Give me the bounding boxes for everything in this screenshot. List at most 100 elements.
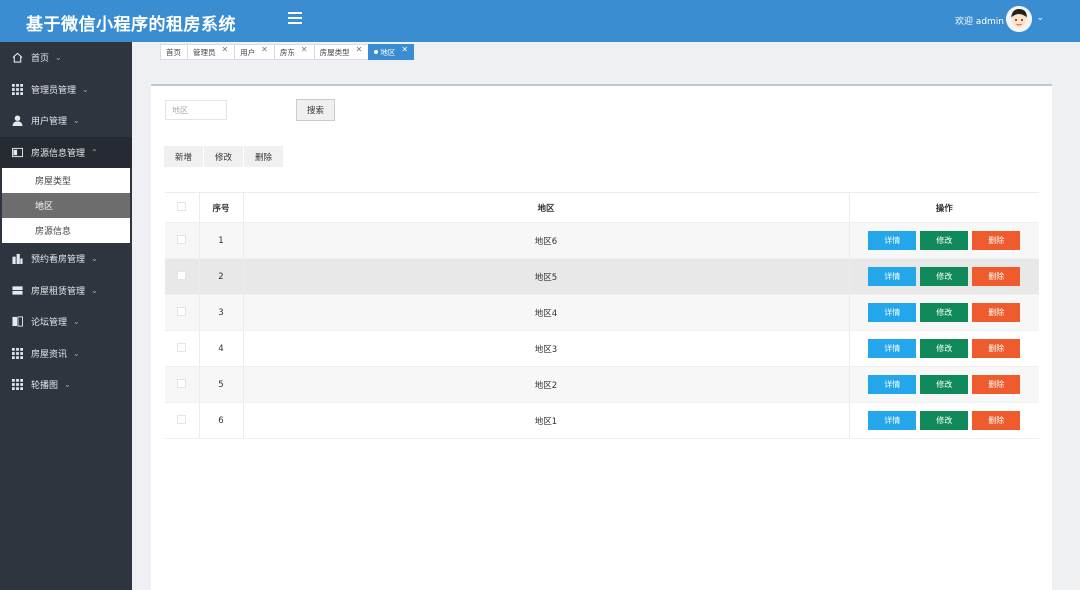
edit-button[interactable]: 修改	[204, 146, 245, 167]
sidebar-item-carousel[interactable]: 轮播图 ⌄	[0, 369, 132, 401]
delete-row-button[interactable]: 删除	[972, 231, 1021, 250]
delete-row-button[interactable]: 删除	[972, 339, 1021, 358]
sidebar-item-forum[interactable]: 论坛管理 ⌄	[0, 306, 132, 338]
chevron-up-icon: ⌃	[91, 147, 98, 157]
row-checkbox[interactable]	[165, 366, 200, 403]
row-index: 1	[199, 222, 244, 259]
chevron-down-icon: ⌄	[73, 317, 80, 327]
action-bar: 新增 修改 删除	[164, 146, 285, 167]
select-all-checkbox[interactable]	[165, 192, 200, 223]
tab-label: 管理员	[193, 47, 216, 57]
detail-button[interactable]: 详情	[868, 375, 917, 394]
detail-button[interactable]: 详情	[868, 411, 917, 430]
tab-label: 用户	[240, 47, 256, 57]
avatar[interactable]	[1006, 6, 1032, 32]
row-index: 6	[199, 402, 244, 439]
scrollbar[interactable]	[1052, 62, 1080, 590]
row-region: 地区1	[243, 402, 850, 439]
edit-row-button[interactable]: 修改	[920, 231, 969, 250]
tab-label: 地区	[380, 47, 396, 57]
sidebar-item-label: 论坛管理	[31, 318, 68, 329]
tab-admin[interactable]: 管理员 ✕	[187, 44, 235, 60]
row-actions: 详情 修改 删除	[849, 331, 1039, 367]
table-row[interactable]: 6 地区1 详情 修改 删除	[165, 402, 1039, 439]
edit-row-button[interactable]: 修改	[920, 339, 969, 358]
listings-submenu: 房屋类型 地区 房源信息	[2, 168, 130, 243]
header-ops: 操作	[849, 192, 1039, 223]
close-icon[interactable]: ✕	[301, 45, 308, 54]
tab-region[interactable]: 地区 ✕	[368, 44, 415, 60]
detail-button[interactable]: 详情	[868, 267, 917, 286]
submenu-item-house-info[interactable]: 房源信息	[2, 218, 130, 243]
table-header-row: 序号 地区 操作	[165, 192, 1039, 223]
close-icon[interactable]: ✕	[356, 45, 363, 54]
table-row[interactable]: 1 地区6 详情 修改 删除	[165, 222, 1039, 259]
detail-button[interactable]: 详情	[868, 303, 917, 322]
tab-home[interactable]: 首页	[160, 44, 187, 60]
sidebar-item-news[interactable]: 房屋资讯 ⌄	[0, 338, 132, 370]
row-region: 地区4	[243, 294, 850, 331]
sidebar-item-viewings[interactable]: 预约看房管理 ⌄	[0, 243, 132, 275]
detail-button[interactable]: 详情	[868, 339, 917, 358]
chevron-down-icon: ⌄	[82, 84, 89, 94]
delete-row-button[interactable]: 删除	[972, 411, 1021, 430]
sidebar-item-label: 房屋租赁管理	[31, 286, 86, 297]
table-row[interactable]: 4 地区3 详情 修改 删除	[165, 330, 1039, 367]
tab-landlord[interactable]: 房东 ✕	[273, 44, 314, 60]
sidebar-item-home[interactable]: 首页 ⌄	[0, 42, 132, 74]
sidebar-item-admins[interactable]: 管理员管理 ⌄	[0, 74, 132, 106]
grid-icon	[12, 347, 23, 359]
delete-row-button[interactable]: 删除	[972, 267, 1021, 286]
tab-label: 房屋类型	[319, 47, 350, 57]
submenu-item-region[interactable]: 地区	[2, 193, 130, 218]
row-checkbox[interactable]	[165, 330, 200, 367]
book-icon	[12, 316, 23, 327]
tab-label: 房东	[279, 47, 295, 57]
delete-button[interactable]: 删除	[244, 146, 285, 167]
row-region: 地区2	[243, 366, 850, 403]
sidebar-item-label: 房源信息管理	[31, 148, 86, 159]
chevron-down-icon: ⌄	[91, 254, 98, 264]
delete-row-button[interactable]: 删除	[972, 375, 1021, 394]
search-button[interactable]: 搜索	[296, 99, 335, 121]
tab-user[interactable]: 用户 ✕	[234, 44, 274, 60]
chevron-down-icon: ⌄	[91, 285, 98, 295]
row-region: 地区5	[243, 258, 850, 295]
edit-row-button[interactable]: 修改	[920, 375, 969, 394]
row-actions: 详情 修改 删除	[849, 367, 1039, 403]
table-row[interactable]: 2 地区5 详情 修改 删除	[165, 258, 1039, 295]
sidebar-item-leasing[interactable]: 房屋租赁管理 ⌄	[0, 275, 132, 307]
close-icon[interactable]: ✕	[261, 45, 268, 54]
row-checkbox[interactable]	[165, 222, 200, 259]
sidebar-item-label: 轮播图	[31, 381, 59, 392]
table-row[interactable]: 5 地区2 详情 修改 删除	[165, 366, 1039, 403]
row-index: 5	[199, 366, 244, 403]
sidebar-item-users[interactable]: 用户管理 ⌄	[0, 105, 132, 137]
edit-row-button[interactable]: 修改	[920, 411, 969, 430]
grid-icon	[12, 83, 23, 95]
chevron-down-icon: ⌄	[73, 116, 80, 126]
edit-row-button[interactable]: 修改	[920, 303, 969, 322]
edit-row-button[interactable]: 修改	[920, 267, 969, 286]
region-search-input[interactable]: 地区	[165, 100, 227, 120]
tab-house-type[interactable]: 房屋类型 ✕	[313, 44, 369, 60]
sidebar-item-listings[interactable]: 房源信息管理 ⌃	[0, 136, 132, 168]
row-checkbox[interactable]	[165, 294, 200, 331]
header-index: 序号	[199, 192, 244, 223]
delete-row-button[interactable]: 删除	[972, 303, 1021, 322]
grid-icon	[12, 379, 23, 391]
table-row[interactable]: 3 地区4 详情 修改 删除	[165, 294, 1039, 331]
region-table: 序号 地区 操作 1 地区6 详情 修改 删除 2 地区5 详情 修改 删除 3…	[165, 192, 1039, 439]
chevron-down-icon[interactable]: ⌄	[1036, 13, 1044, 23]
add-button[interactable]: 新增	[164, 146, 205, 167]
close-icon[interactable]: ✕	[401, 45, 408, 54]
main-panel: 地区 搜索 新增 修改 删除 序号 地区 操作 1 地区6 详情 修改 删除 2…	[151, 84, 1052, 590]
row-checkbox[interactable]	[165, 258, 200, 295]
sidebar-item-label: 管理员管理	[31, 85, 77, 96]
row-index: 2	[199, 258, 244, 295]
detail-button[interactable]: 详情	[868, 231, 917, 250]
submenu-item-house-type[interactable]: 房屋类型	[2, 168, 130, 193]
row-checkbox[interactable]	[165, 402, 200, 439]
close-icon[interactable]: ✕	[222, 45, 229, 54]
menu-toggle-icon[interactable]	[288, 12, 302, 26]
